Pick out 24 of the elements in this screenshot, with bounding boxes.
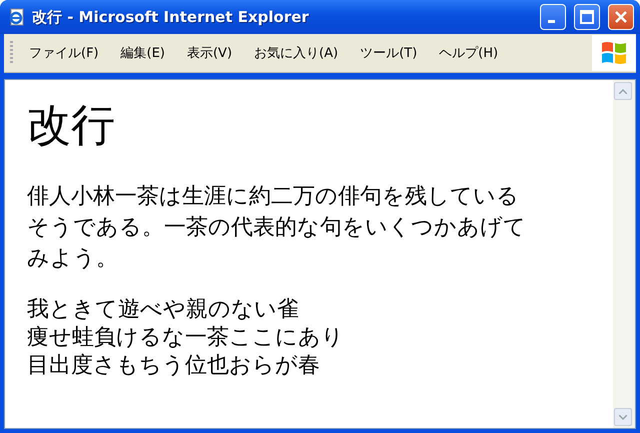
- menu-item[interactable]: ファイル(F): [21, 41, 107, 65]
- maximize-button[interactable]: [574, 4, 600, 30]
- windows-flag-logo: [592, 35, 636, 71]
- browser-page-icon: [8, 8, 26, 26]
- close-button[interactable]: [608, 4, 634, 30]
- page-heading: 改行: [27, 100, 116, 153]
- scroll-up-button[interactable]: [614, 82, 632, 100]
- haiku-line: 目出度さもちう位也おらが春: [27, 352, 321, 380]
- menu-item[interactable]: 編集(E): [112, 41, 173, 65]
- menu-item[interactable]: ツール(T): [352, 41, 426, 65]
- close-icon: [614, 10, 628, 24]
- menu-item[interactable]: 表示(V): [178, 41, 240, 65]
- window-title: 改行 - Microsoft Internet Explorer: [32, 8, 310, 26]
- minimize-icon: [548, 20, 554, 22]
- maximize-icon: [580, 10, 594, 24]
- minimize-button[interactable]: [540, 4, 566, 30]
- toolbar-grip[interactable]: [10, 41, 13, 65]
- page-paragraph: 俳人小林一茶は生涯に約二万の俳句を残しているそうである。一茶の代表的な句をいくつかあげてみよう。: [27, 182, 527, 273]
- haiku-line: 我ときて遊べや親のない雀: [27, 296, 300, 324]
- menu-item[interactable]: お気に入り(A): [246, 41, 346, 65]
- haiku-line: 痩せ蛙負けるな一茶ここにあり: [27, 324, 345, 352]
- vertical-scrollbar[interactable]: [613, 80, 635, 428]
- scroll-down-button[interactable]: [614, 408, 632, 426]
- menu-item[interactable]: ヘルプ(H): [431, 41, 506, 65]
